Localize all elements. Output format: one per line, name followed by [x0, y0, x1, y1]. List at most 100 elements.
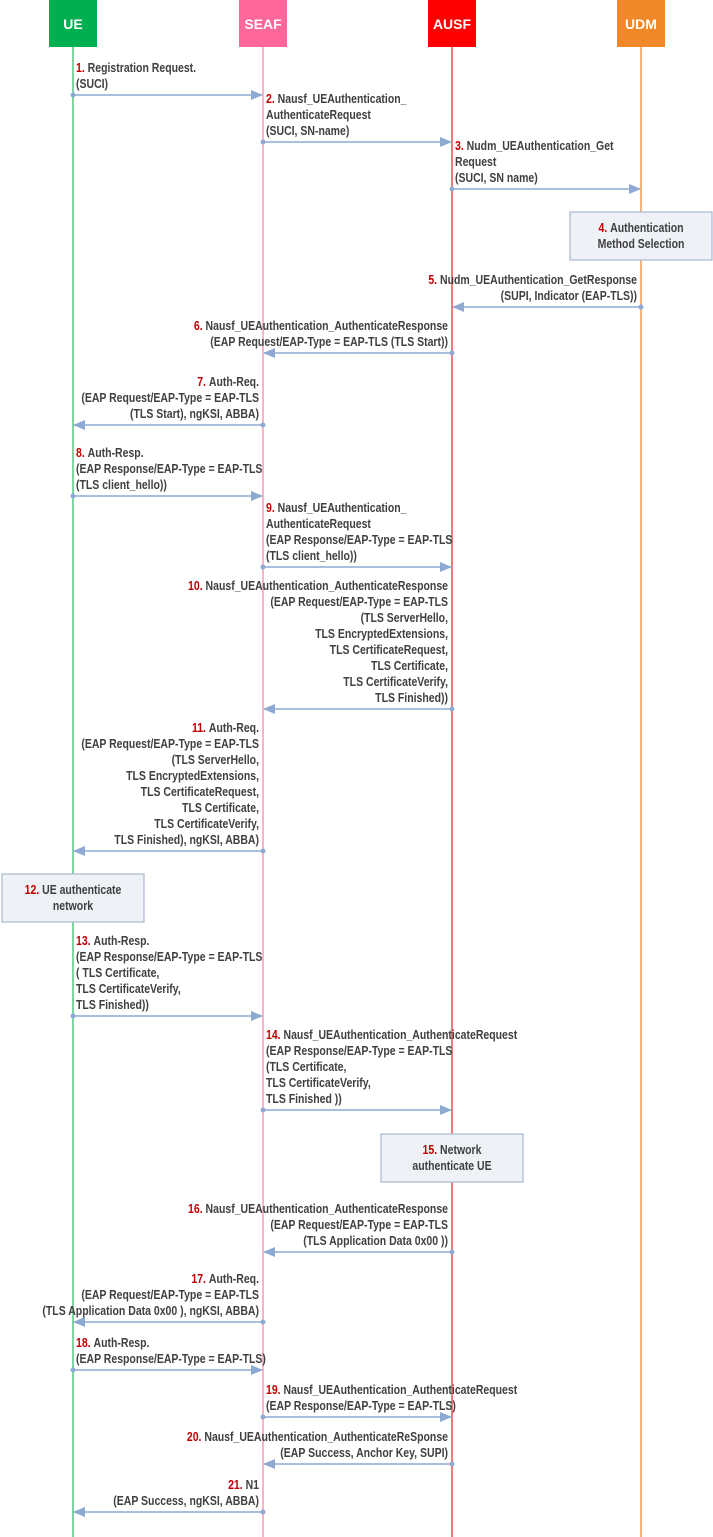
message-label-line: 9. Nausf_UEAuthentication_	[266, 502, 407, 515]
message-label-line: TLS Finished), ngKSI, ABBA)	[114, 834, 259, 847]
message-label-line: 15. Network	[423, 1144, 482, 1157]
label-text: (EAP Response/EAP-Type = EAP-TLS)	[76, 1353, 266, 1366]
participant-label: AUSF	[433, 16, 472, 32]
label-text: ( TLS Certificate,	[76, 967, 159, 980]
label-text: TLS CertificateRequest,	[141, 786, 259, 799]
message-label-line: 13. Auth-Resp.	[76, 935, 149, 948]
label-text: Nausf_UEAuthentication_AuthenticateRespo…	[206, 320, 449, 333]
message-label-line: 19. Nausf_UEAuthentication_AuthenticateR…	[266, 1384, 517, 1397]
message-label-line: 8. Auth-Resp.	[76, 447, 144, 460]
message-label-line: (TLS Application Data 0x00 ))	[303, 1235, 448, 1248]
label-text: (EAP Request/EAP-Type = EAP-TLS	[270, 596, 448, 609]
message-label-line: (TLS Application Data 0x00 ), ngKSI, ABB…	[42, 1305, 259, 1318]
label-text: (EAP Request/EAP-Type = EAP-TLS	[270, 1219, 448, 1232]
message-label-line: authenticate UE	[412, 1160, 492, 1173]
message-label-line: TLS Finished ))	[266, 1093, 342, 1106]
message-label-line: (TLS Certificate,	[266, 1061, 346, 1074]
label-text: (EAP Response/EAP-Type = EAP-TLS	[266, 1045, 453, 1058]
label-text: (TLS client_hello))	[266, 550, 357, 563]
label-text: (TLS Start), ngKSI, ABBA)	[130, 408, 259, 421]
message-step-17: 17. Auth-Req. (EAP Request/EAP-Type = EAP…	[42, 1273, 266, 1327]
label-text: (TLS ServerHello,	[361, 612, 448, 625]
message-label-line: (SUCI, SN name)	[455, 172, 538, 185]
label-text: TLS Finished ))	[266, 1093, 342, 1106]
message-label-line: (TLS ServerHello,	[361, 612, 448, 625]
message-label-line: 3. Nudm_UEAuthentication_Get	[455, 140, 614, 153]
arrow-origin-dot	[449, 706, 455, 712]
label-text: Request	[455, 156, 497, 169]
message-label-line: (EAP Request/EAP-Type = EAP-TLS	[270, 1219, 448, 1232]
participant-label: SEAF	[244, 16, 282, 32]
label-text: Registration Request.	[88, 62, 196, 75]
arrow-origin-dot	[260, 564, 266, 570]
message-label-line: 6. Nausf_UEAuthentication_AuthenticateRe…	[194, 320, 449, 333]
note-box	[569, 211, 713, 261]
step-number: 12.	[25, 884, 40, 897]
label-text: TLS CertificateVerify,	[266, 1077, 371, 1090]
message-label-line: AuthenticateRequest	[266, 109, 371, 122]
step-number: 3.	[455, 140, 464, 153]
message-step-20: 20. Nausf_UEAuthentication_AuthenticateR…	[187, 1431, 455, 1469]
label-text: AuthenticateRequest	[266, 109, 371, 122]
step-number: 10.	[188, 580, 203, 593]
label-text: (TLS Application Data 0x00 ), ngKSI, ABB…	[42, 1305, 259, 1318]
label-text: N1	[246, 1479, 260, 1492]
arrow-origin-dot	[449, 1249, 455, 1255]
message-label-line: (EAP Request/EAP-Type = EAP-TLS (TLS Sta…	[210, 336, 448, 349]
arrow-origin-dot	[70, 92, 76, 98]
message-label-line: TLS EncryptedExtensions,	[126, 770, 259, 783]
step-number: 21.	[228, 1479, 243, 1492]
label-text: authenticate UE	[412, 1160, 492, 1173]
message-step-6: 6. Nausf_UEAuthentication_AuthenticateRe…	[194, 320, 455, 358]
arrow-origin-dot	[70, 1013, 76, 1019]
message-label-line: TLS Certificate,	[182, 802, 259, 815]
message-label-line: TLS CertificateRequest,	[141, 786, 259, 799]
label-text: AuthenticateRequest	[266, 518, 371, 531]
label-text: Auth-Resp.	[94, 1337, 150, 1350]
message-label-line: (EAP Request/EAP-Type = EAP-TLS	[81, 392, 259, 405]
label-text: TLS CertificateVerify,	[76, 983, 181, 996]
message-step-3: 3. Nudm_UEAuthentication_Get Request (SUCI…	[449, 140, 641, 194]
arrow-origin-dot	[449, 350, 455, 356]
step-number: 17.	[191, 1273, 206, 1286]
label-text: Auth-Resp.	[88, 447, 144, 460]
participant-label: UDM	[625, 16, 657, 32]
message-label-line: (SUCI, SN-name)	[266, 125, 349, 138]
message-label-line: (SUPI, Indicator (EAP-TLS))	[501, 290, 638, 303]
message-label-line: TLS CertificateVerify,	[154, 818, 259, 831]
message-label-line: (EAP Request/EAP-Type = EAP-TLS	[81, 1289, 259, 1302]
label-text: Nudm_UEAuthentication_Get	[467, 140, 614, 153]
step-number: 4.	[598, 222, 607, 235]
arrow-origin-dot	[449, 186, 455, 192]
label-text: Auth-Resp.	[94, 935, 150, 948]
note-box	[1, 873, 145, 923]
message-step-1: 1. Registration Request. (SUCI)	[70, 62, 263, 100]
label-text: (EAP Response/EAP-Type = EAP-TLS	[76, 463, 263, 476]
label-text: TLS CertificateRequest,	[330, 644, 448, 657]
label-text: Nudm_UEAuthentication_GetResponse	[440, 274, 638, 287]
message-step-10: 10. Nausf_UEAuthentication_AuthenticateR…	[188, 580, 455, 714]
message-label-line: TLS CertificateRequest,	[330, 644, 448, 657]
label-text: Nausf_UEAuthentication_	[278, 502, 407, 515]
message-label-line: Request	[455, 156, 497, 169]
label-text: TLS EncryptedExtensions,	[126, 770, 259, 783]
message-label-line: 17. Auth-Req.	[191, 1273, 259, 1286]
step-number: 20.	[187, 1431, 202, 1444]
message-label-line: TLS CertificateVerify,	[343, 676, 448, 689]
label-text: Nausf_UEAuthentication_AuthenticateReque…	[284, 1029, 518, 1042]
label-text: TLS CertificateVerify,	[343, 676, 448, 689]
step-number: 1.	[76, 62, 85, 75]
arrow-origin-dot	[260, 1107, 266, 1113]
step-number: 7.	[197, 376, 206, 389]
step-number: 2.	[266, 93, 275, 106]
arrow-origin-dot	[260, 422, 266, 428]
label-text: TLS CertificateVerify,	[154, 818, 259, 831]
step-number: 16.	[188, 1203, 203, 1216]
message-label-line: (SUCI)	[76, 78, 108, 91]
message-label-line: TLS CertificateVerify,	[76, 983, 181, 996]
message-label-line: AuthenticateRequest	[266, 518, 371, 531]
message-label-line: (TLS ServerHello,	[172, 754, 259, 767]
label-text: Network	[440, 1144, 482, 1157]
label-text: (SUPI, Indicator (EAP-TLS))	[501, 290, 638, 303]
label-text: Nausf_UEAuthentication_AuthenticateRespo…	[206, 580, 449, 593]
